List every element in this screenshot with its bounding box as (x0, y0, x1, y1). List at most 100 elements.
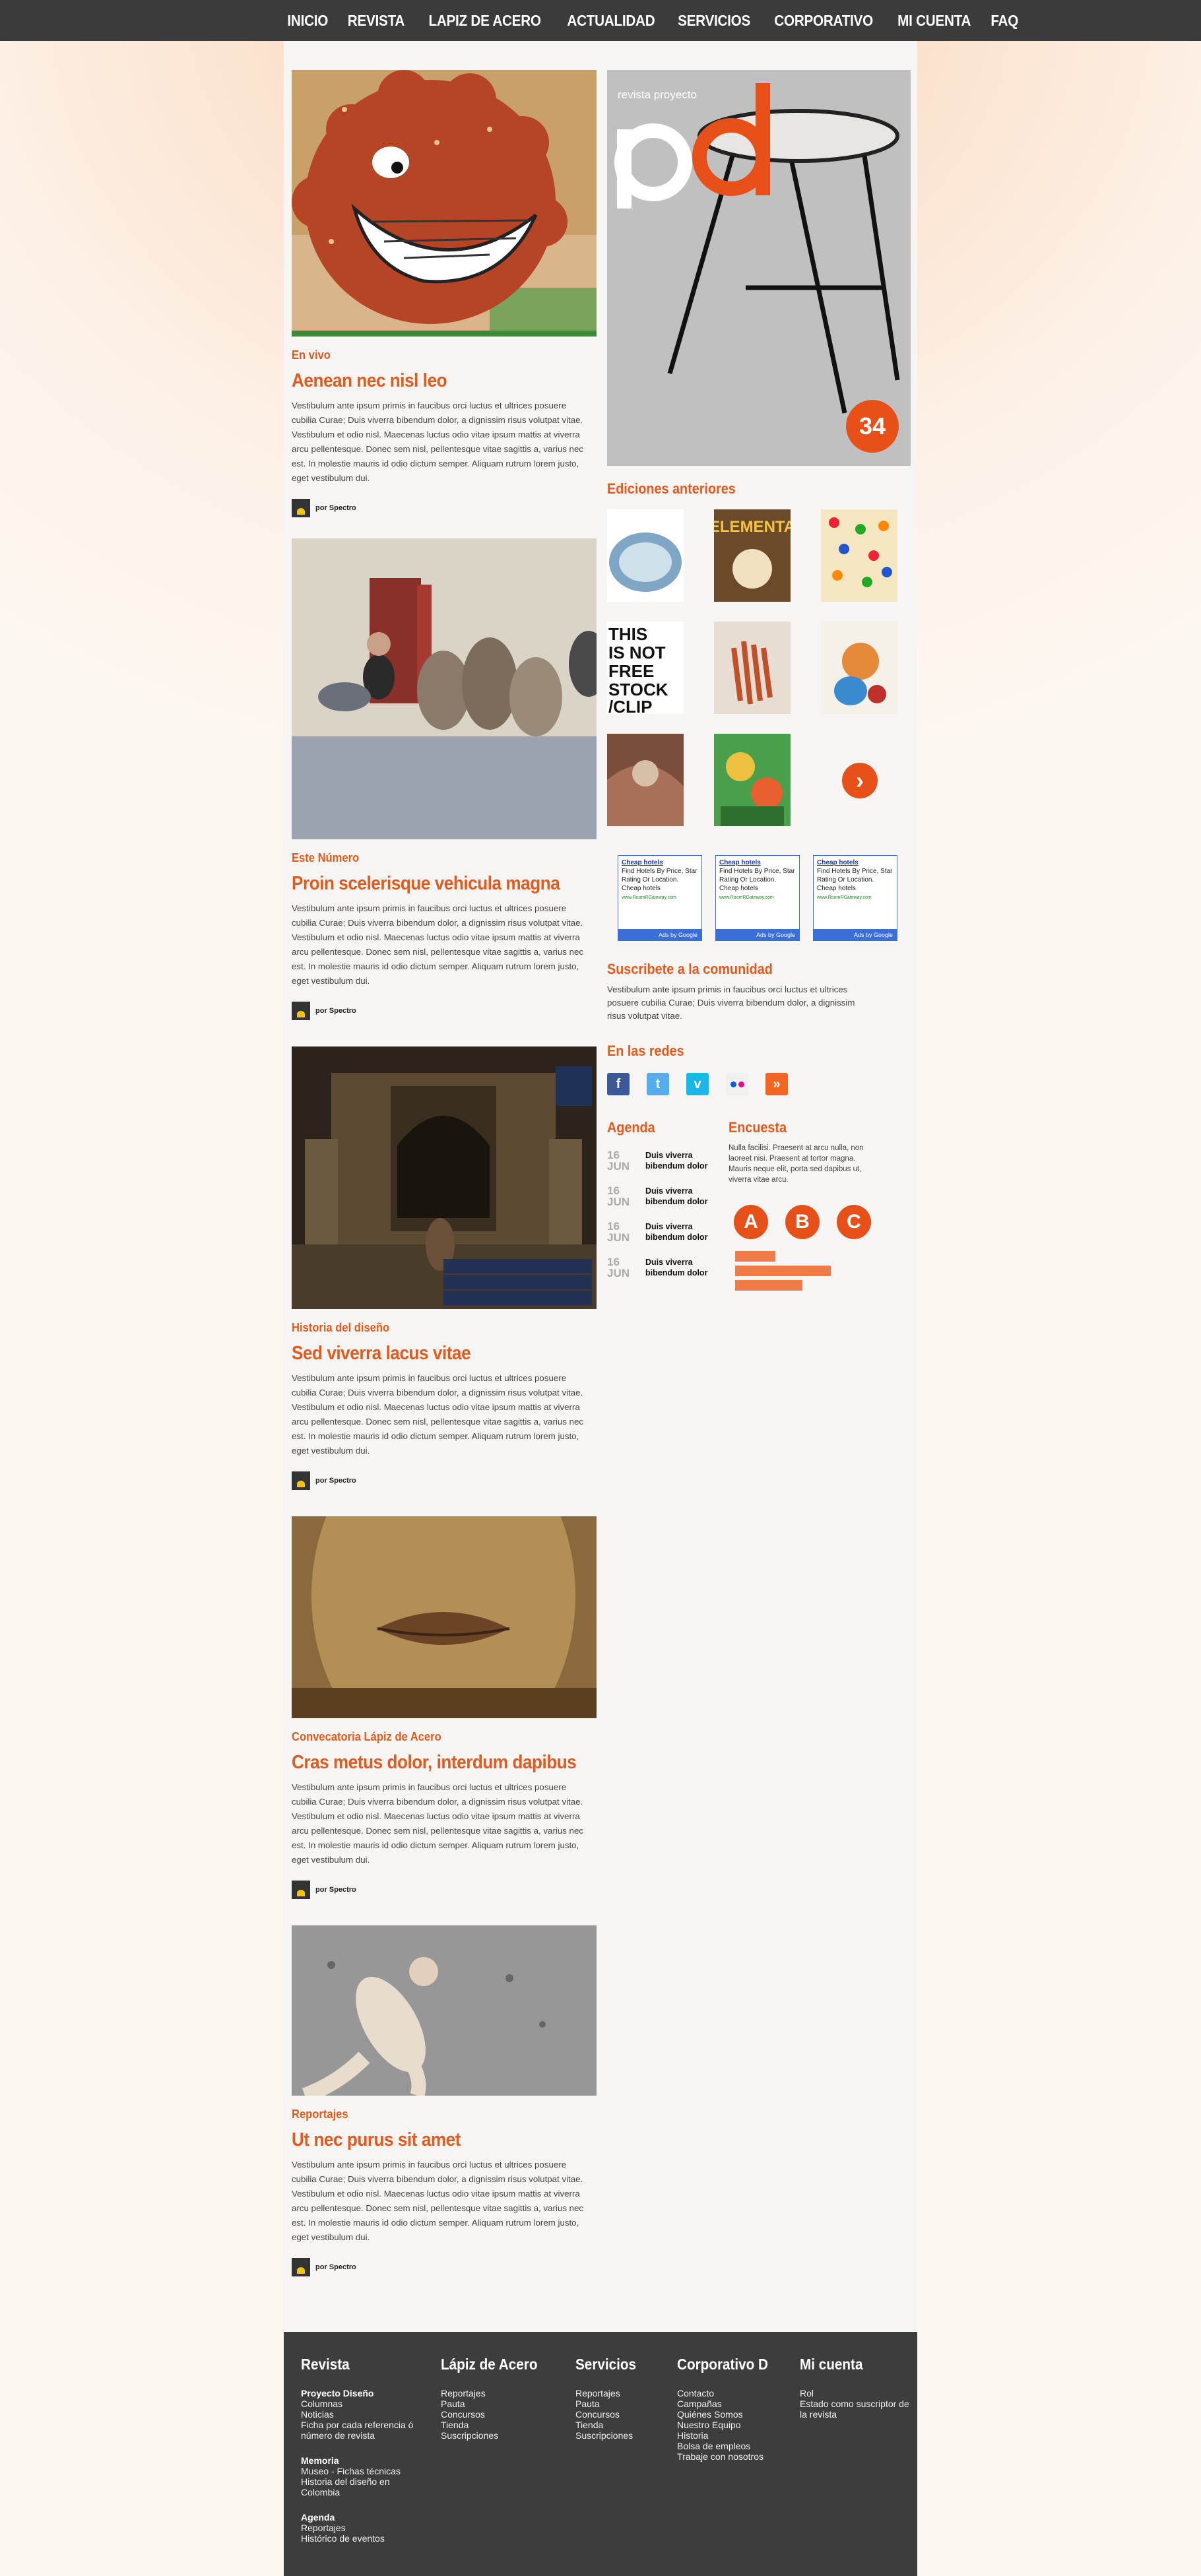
nav-servicios[interactable]: SERVICIOS (678, 12, 750, 30)
footer-link[interactable]: Histórico de eventos (301, 2533, 426, 2544)
footer-link[interactable]: Suscripciones (441, 2430, 553, 2441)
next-issues-arrow-button[interactable]: › (842, 763, 878, 798)
footer-link[interactable]: Suscripciones (575, 2430, 668, 2441)
author-avatar (292, 1002, 310, 1020)
footer-link[interactable]: Historia del diseño en Colombia (301, 2476, 426, 2497)
issue-thumb[interactable] (607, 509, 684, 602)
article-image-wolves[interactable] (292, 538, 597, 839)
footer-link[interactable]: Ficha por cada referencia ó número de re… (301, 2420, 426, 2441)
footer-link[interactable]: Estado como suscriptor de la revista (800, 2399, 912, 2420)
footer-col-title[interactable]: Mi cuenta (800, 2356, 901, 2373)
footer-col-title[interactable]: Corporativo D (677, 2356, 778, 2373)
vimeo-icon[interactable]: v (686, 1073, 709, 1095)
nav-corporativo[interactable]: CORPORATIVO (775, 12, 874, 30)
footer-link[interactable]: Columnas (301, 2399, 426, 2409)
footer-link[interactable]: Trabaje con nosotros (677, 2451, 789, 2462)
issue-thumb[interactable] (821, 622, 897, 714)
ad-url[interactable]: www.RoomRGateway.com (622, 895, 676, 900)
article-image-game[interactable] (292, 1046, 597, 1309)
agenda-item[interactable]: 16 JUN Duis viverra bibendum dolor (607, 1221, 729, 1243)
issue-thumb[interactable] (714, 734, 791, 826)
article-image-mona-lisa[interactable] (292, 1516, 597, 1718)
rss-icon[interactable]: » (765, 1073, 788, 1095)
footer-link[interactable]: Reportajes (441, 2388, 553, 2399)
issue-thumb[interactable] (821, 509, 897, 602)
footer-link[interactable]: Museo - Fichas técnicas (301, 2466, 426, 2476)
article-author[interactable]: por Spectro (292, 2258, 597, 2276)
footer-link[interactable]: Concursos (441, 2409, 553, 2420)
social-icons: f t v » (607, 1073, 911, 1095)
footer-group-title[interactable]: Memoria (301, 2455, 426, 2466)
ad-url[interactable]: www.RoomRGateway.com (817, 895, 872, 900)
footer-group: Contacto Campañas Quiénes Somos Nuestro Equ… (677, 2388, 789, 2462)
article-category[interactable]: Reportajes (292, 2108, 572, 2121)
footer-link[interactable]: Quiénes Somos (677, 2409, 789, 2420)
agenda-item[interactable]: 16 JUN Duis viverra bibendum dolor (607, 1149, 729, 1172)
article-author[interactable]: por Spectro (292, 1471, 597, 1490)
article-image-figure[interactable] (292, 1925, 597, 2096)
nav-inicio[interactable]: INICIO (287, 12, 328, 30)
subscribe-text: Vestibulum ante ipsum primis in faucibus… (607, 984, 855, 1021)
article-author[interactable]: por Spectro (292, 499, 597, 517)
footer-col-title[interactable]: Lápiz de Acero (441, 2356, 542, 2373)
google-ad[interactable]: Cheap hotels Find Hotels By Price, Star R… (715, 855, 800, 941)
article-image-cartoon[interactable] (292, 70, 597, 337)
footer-link[interactable]: Noticias (301, 2409, 426, 2420)
issue-thumb[interactable] (714, 622, 791, 714)
footer-link[interactable]: Concursos (575, 2409, 668, 2420)
subscribe-heading[interactable]: Suscribete a la comunidad (607, 961, 880, 978)
article-author[interactable]: por Spectro (292, 1881, 597, 1899)
footer-link[interactable]: Pauta (441, 2399, 553, 2409)
ad-title[interactable]: Cheap hotels (622, 858, 698, 867)
footer-group-title[interactable]: Proyecto Diseño (301, 2388, 426, 2399)
poll-option[interactable]: B (785, 1205, 820, 1239)
flickr-icon[interactable] (726, 1073, 748, 1095)
thumb-text-line: IS NOT (608, 643, 666, 662)
footer-link[interactable]: Bolsa de empleos (677, 2441, 789, 2451)
footer-link[interactable]: Reportajes (301, 2523, 426, 2533)
article-category[interactable]: Este Número (292, 851, 572, 865)
footer-col-title[interactable]: Revista (301, 2356, 414, 2373)
footer-link[interactable]: Campañas (677, 2399, 789, 2409)
poll-option[interactable]: C (837, 1205, 871, 1239)
nav-actualidad[interactable]: ACTUALIDAD (567, 12, 655, 30)
agenda-item[interactable]: 16 JUN Duis viverra bibendum dolor (607, 1185, 729, 1208)
footer-group-title[interactable]: Agenda (301, 2512, 426, 2523)
footer-link[interactable]: Nuestro Equipo (677, 2420, 789, 2430)
footer-link[interactable]: Tienda (575, 2420, 668, 2430)
footer-link[interactable]: Contacto (677, 2388, 789, 2399)
poll-option[interactable]: A (734, 1205, 768, 1239)
article-title[interactable]: Sed viverra lacus vitae (292, 1343, 566, 1365)
nav-lapiz-de-acero[interactable]: LAPIZ DE ACERO (429, 12, 542, 30)
nav-faq[interactable]: FAQ (990, 12, 1018, 30)
article-title[interactable]: Cras metus dolor, interdum dapibus (292, 1752, 577, 1774)
issue-thumb[interactable] (607, 734, 684, 826)
article-title[interactable]: Proin scelerisque vehicula magna (292, 873, 566, 895)
ad-title[interactable]: Cheap hotels (719, 858, 796, 867)
footer-link[interactable]: Reportajes (575, 2388, 668, 2399)
ad-url[interactable]: www.RoomRGateway.com (719, 895, 774, 900)
agenda-text: Duis viverra bibendum dolor (645, 1258, 708, 1277)
article-category[interactable]: En vivo (292, 348, 572, 362)
article-category[interactable]: Convecatoria Lápiz de Acero (292, 1730, 572, 1744)
footer-link[interactable]: Historia (677, 2430, 789, 2441)
footer-col-title[interactable]: Servicios (575, 2356, 659, 2373)
article-category[interactable]: Historia del diseño (292, 1321, 572, 1335)
article-author[interactable]: por Spectro (292, 1002, 597, 1020)
nav-mi-cuenta[interactable]: MI CUENTA (897, 12, 971, 30)
facebook-icon[interactable]: f (607, 1073, 630, 1095)
agenda-item[interactable]: 16 JUN Duis viverra bibendum dolor (607, 1256, 729, 1279)
article-title[interactable]: Aenean nec nisl leo (292, 370, 566, 392)
footer-link[interactable]: Tienda (441, 2420, 553, 2430)
magazine-cover[interactable]: revista proyecto 34 (607, 70, 911, 466)
issue-thumb[interactable]: ELEMENTA (714, 509, 791, 602)
google-ad[interactable]: Cheap hotels Find Hotels By Price, Star R… (813, 855, 897, 941)
footer-link[interactable]: Rol (800, 2388, 912, 2399)
issue-thumb[interactable]: THIS IS NOT FREE STOCK/CLIP (607, 622, 684, 714)
ad-title[interactable]: Cheap hotels (817, 858, 893, 867)
footer-link[interactable]: Pauta (575, 2399, 668, 2409)
nav-revista[interactable]: REVISTA (348, 12, 405, 30)
google-ad[interactable]: Cheap hotels Find Hotels By Price, Star R… (618, 855, 702, 941)
article-title[interactable]: Ut nec purus sit amet (292, 2129, 566, 2151)
twitter-icon[interactable]: t (647, 1073, 669, 1095)
